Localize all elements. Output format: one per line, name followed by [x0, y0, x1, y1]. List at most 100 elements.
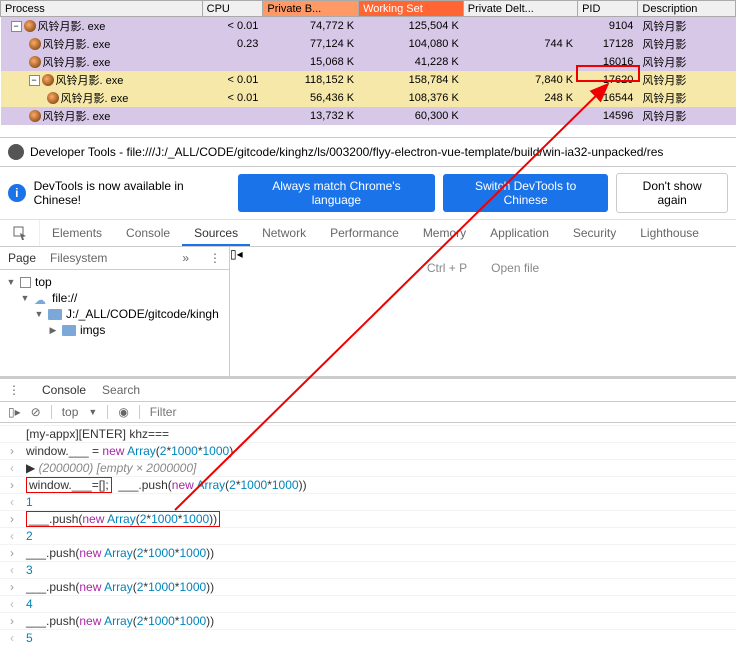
console-line[interactable]: ›window.___=[]; ___.push(new Array(2*100…	[0, 476, 736, 493]
tab-application[interactable]: Application	[478, 220, 561, 246]
cell-pd	[463, 17, 577, 36]
match-language-button[interactable]: Always match Chrome's language	[238, 174, 435, 212]
process-name: 风铃月影. exe	[38, 18, 106, 34]
cell-ws: 108,376 K	[359, 89, 464, 107]
table-row[interactable]: 风铃月影. exe15,068 K41,228 K16016风铃月影	[1, 53, 736, 71]
process-name: 风铃月影. exe	[61, 90, 129, 106]
cell-ws: 60,300 K	[359, 107, 464, 125]
console-line[interactable]: ›___.push(new Array(2*1000*1000))	[0, 612, 736, 629]
devtools-titlebar: Developer Tools - file:///J:/_ALL/CODE/g…	[0, 138, 736, 167]
console-line[interactable]: ›___.push(new Array(2*1000*1000))	[0, 510, 736, 527]
navigator-tab-filesystem[interactable]: Filesystem	[50, 251, 107, 265]
tree-file-origin[interactable]: ▼☁file://	[0, 290, 229, 306]
cell-pb: 13,732 K	[263, 107, 359, 125]
console-content: ___.push(new Array(2*1000*1000))	[26, 512, 220, 526]
console-line[interactable]: ‹1	[0, 493, 736, 510]
tab-memory[interactable]: Memory	[411, 220, 478, 246]
tree-folder-1[interactable]: ▼J:/_ALL/CODE/gitcode/kingh	[0, 306, 229, 322]
execution-context[interactable]: top	[62, 405, 79, 419]
drawer-tab-search[interactable]: Search	[102, 383, 140, 397]
cell-pid: 17128	[578, 35, 638, 53]
devtools-title: Developer Tools - file:///J:/_ALL/CODE/g…	[30, 145, 663, 159]
info-icon: i	[8, 184, 26, 202]
cell-cpu: 0.23	[202, 35, 263, 53]
tab-console[interactable]: Console	[114, 220, 182, 246]
cell-cpu: < 0.01	[202, 89, 263, 107]
drawer-menu-icon[interactable]: ⋮	[8, 383, 20, 397]
clear-console-icon[interactable]: ⊘	[31, 405, 41, 419]
console-line[interactable]: [my-appx][ENTER] khz===	[0, 425, 736, 442]
console-content: 1	[26, 495, 33, 509]
tab-lighthouse[interactable]: Lighthouse	[628, 220, 711, 246]
devtools-window: Developer Tools - file:///J:/_ALL/CODE/g…	[0, 137, 736, 648]
proc-header-6[interactable]: Description	[638, 1, 736, 17]
console-content: 4	[26, 597, 33, 611]
console-line[interactable]: ›window.___ = new Array(2*1000*1000)	[0, 442, 736, 459]
cell-cpu: < 0.01	[202, 17, 263, 36]
cell-pb: 15,068 K	[263, 53, 359, 71]
process-icon	[29, 110, 41, 122]
tab-elements[interactable]: Elements	[40, 220, 114, 246]
devtools-infobar: i DevTools is now available in Chinese! …	[0, 167, 736, 220]
tree-top[interactable]: ▼top	[0, 274, 229, 290]
infobar-text: DevTools is now available in Chinese!	[34, 179, 230, 207]
live-expression-icon[interactable]: ◉	[118, 405, 128, 419]
table-row[interactable]: −风铃月影. exe< 0.01118,152 K158,784 K7,840 …	[1, 71, 736, 89]
cell-cpu	[202, 107, 263, 125]
cell-pid: 9104	[578, 17, 638, 36]
tab-sources[interactable]: Sources	[182, 220, 250, 246]
proc-header-1[interactable]: CPU	[202, 1, 263, 17]
cell-pd: 7,840 K	[463, 71, 577, 89]
console-content: window.___=[]; ___.push(new Array(2*1000…	[26, 478, 307, 492]
console-drawer: ⋮ Console Search ▯▸ ⊘ top▼ ◉ [my-appx][E…	[0, 377, 736, 648]
cell-desc: 风铃月影	[638, 71, 736, 89]
console-filter-input[interactable]	[150, 405, 728, 419]
tree-toggle-icon[interactable]: −	[11, 21, 22, 32]
navigator-more-icon[interactable]: »	[182, 251, 189, 265]
inspect-icon[interactable]	[0, 220, 40, 246]
console-line[interactable]: ›___.push(new Array(2*1000*1000))	[0, 578, 736, 595]
process-icon	[47, 92, 59, 104]
proc-header-2[interactable]: Private B...	[263, 1, 359, 17]
proc-header-0[interactable]: Process	[1, 1, 203, 17]
proc-header-4[interactable]: Private Delt...	[463, 1, 577, 17]
console-line[interactable]: ‹5	[0, 629, 736, 646]
tree-folder-2[interactable]: ▶imgs	[0, 322, 229, 338]
console-line[interactable]: ›___.push(new Array(2*1000*1000))	[0, 544, 736, 561]
cell-pd: 744 K	[463, 35, 577, 53]
console-line[interactable]: ‹4	[0, 595, 736, 612]
process-name: 风铃月影. exe	[56, 72, 124, 88]
cell-pb: 74,772 K	[263, 17, 359, 36]
proc-header-3[interactable]: Working Set	[359, 1, 464, 17]
process-table: ProcessCPUPrivate B...Working SetPrivate…	[0, 0, 736, 125]
console-content: window.___ = new Array(2*1000*1000)	[26, 444, 233, 458]
process-icon	[42, 74, 54, 86]
table-row[interactable]: 风铃月影. exe0.2377,124 K104,080 K744 K17128…	[1, 35, 736, 53]
table-row[interactable]: −风铃月影. exe< 0.0174,772 K125,504 K9104风铃月…	[1, 17, 736, 36]
switch-chinese-button[interactable]: Switch DevTools to Chinese	[443, 174, 608, 212]
cell-pb: 56,436 K	[263, 89, 359, 107]
console-line[interactable]: ‹2	[0, 527, 736, 544]
console-line[interactable]: ‹3	[0, 561, 736, 578]
cell-ws: 41,228 K	[359, 53, 464, 71]
table-row[interactable]: 风铃月影. exe< 0.0156,436 K108,376 K248 K165…	[1, 89, 736, 107]
cell-pd	[463, 53, 577, 71]
proc-header-5[interactable]: PID	[578, 1, 638, 17]
cell-pd	[463, 107, 577, 125]
console-line[interactable]: ‹▶ (2000000) [empty × 2000000]	[0, 459, 736, 476]
tab-network[interactable]: Network	[250, 220, 318, 246]
navigator-menu-icon[interactable]: ⋮	[209, 251, 221, 265]
cell-desc: 风铃月影	[638, 107, 736, 125]
drawer-tab-console[interactable]: Console	[42, 383, 86, 397]
tab-security[interactable]: Security	[561, 220, 628, 246]
tab-performance[interactable]: Performance	[318, 220, 411, 246]
devtools-icon	[8, 144, 24, 160]
dont-show-again-button[interactable]: Don't show again	[616, 173, 728, 213]
tree-toggle-icon[interactable]: −	[29, 75, 40, 86]
console-sidebar-toggle-icon[interactable]: ▯▸	[8, 405, 21, 419]
navigator-tab-page[interactable]: Page	[8, 251, 36, 265]
table-row[interactable]: 风铃月影. exe13,732 K60,300 K14596风铃月影	[1, 107, 736, 125]
toggle-pane-icon[interactable]: ▯◂	[230, 247, 243, 261]
process-icon	[29, 38, 41, 50]
cell-pb: 118,152 K	[263, 71, 359, 89]
